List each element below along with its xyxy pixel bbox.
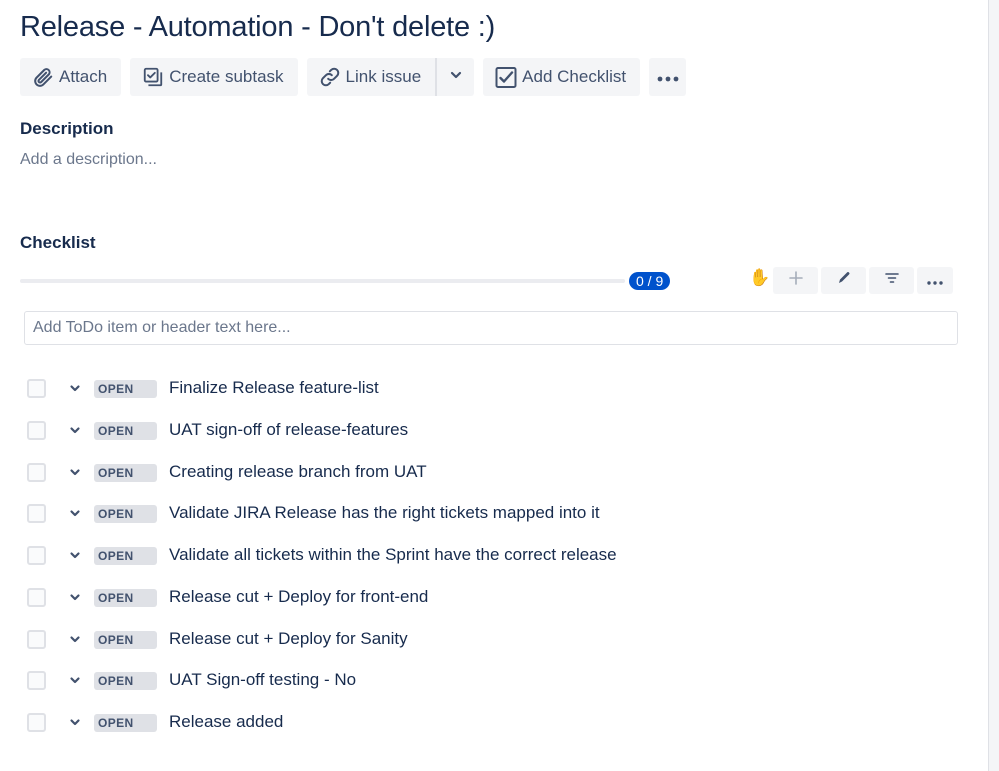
- checklist-item: OPEN Finalize Release feature-list: [0, 367, 980, 409]
- checklist-actions: [773, 267, 953, 294]
- add-checklist-label: Add Checklist: [522, 67, 627, 86]
- checklist-icon: [494, 65, 518, 89]
- chevron-down-icon[interactable]: [67, 505, 83, 521]
- checklist-progress-bar: [20, 279, 625, 283]
- item-text[interactable]: Release added: [169, 712, 283, 732]
- item-text[interactable]: Finalize Release feature-list: [169, 378, 379, 398]
- add-item-button[interactable]: [773, 267, 818, 294]
- link-issue-label: Link issue: [345, 67, 422, 86]
- chevron-down-icon[interactable]: [67, 422, 83, 438]
- attach-label: Attach: [59, 67, 108, 86]
- item-text[interactable]: UAT Sign-off testing - No: [169, 670, 356, 690]
- create-subtask-button[interactable]: Create subtask: [130, 58, 298, 96]
- status-badge[interactable]: OPEN: [94, 380, 157, 398]
- description-heading: Description: [20, 119, 114, 138]
- checklist-item: OPEN Release added: [0, 701, 980, 743]
- status-badge[interactable]: OPEN: [94, 421, 157, 440]
- pencil-icon: [836, 270, 852, 291]
- description-field[interactable]: Add a description...: [20, 151, 157, 169]
- attach-button[interactable]: Attach: [20, 58, 122, 96]
- chevron-down-icon: [449, 67, 463, 87]
- chevron-down-icon[interactable]: [67, 672, 83, 688]
- chevron-down-icon[interactable]: [67, 631, 83, 647]
- checklist-more-button[interactable]: [917, 267, 953, 294]
- checklist-item: OPEN UAT Sign-off testing - No: [0, 659, 980, 701]
- paperclip-icon: [31, 65, 55, 89]
- create-subtask-label: Create subtask: [169, 67, 284, 86]
- item-text[interactable]: Creating release branch from UAT: [169, 462, 427, 482]
- status-badge[interactable]: OPEN: [94, 630, 157, 649]
- checklist-item: OPEN UAT sign-off of release-features: [0, 409, 980, 451]
- item-checkbox[interactable]: [27, 713, 46, 732]
- link-issue-dropdown-button[interactable]: [437, 58, 475, 96]
- item-text[interactable]: Validate JIRA Release has the right tick…: [169, 503, 600, 523]
- chevron-down-icon[interactable]: [67, 380, 83, 396]
- issue-title[interactable]: Release - Automation - Don't delete :): [20, 11, 495, 44]
- chevron-down-icon[interactable]: [67, 714, 83, 730]
- checklist-item: OPEN Validate JIRA Release has the right …: [0, 492, 980, 534]
- item-text[interactable]: Release cut + Deploy for Sanity: [169, 629, 408, 649]
- issue-toolbar: Attach Create subtask Link issue Add Che…: [20, 58, 687, 96]
- chevron-down-icon[interactable]: [67, 589, 83, 605]
- checklist-item: OPEN Release cut + Deploy for Sanity: [0, 618, 980, 660]
- status-badge[interactable]: OPEN: [94, 588, 157, 607]
- link-issue-split-button: Link issue: [306, 58, 475, 96]
- checklist-progress-count: 0 / 9: [629, 272, 671, 290]
- item-checkbox[interactable]: [27, 379, 46, 398]
- item-text[interactable]: UAT sign-off of release-features: [169, 420, 408, 440]
- item-checkbox[interactable]: [27, 504, 46, 524]
- status-badge[interactable]: OPEN: [94, 672, 157, 691]
- checklist-heading: Checklist: [20, 233, 96, 252]
- status-badge[interactable]: OPEN: [94, 547, 157, 565]
- subtask-icon: [141, 65, 165, 89]
- add-checklist-button[interactable]: Add Checklist: [483, 58, 641, 96]
- plus-icon: [788, 270, 804, 291]
- chevron-down-icon[interactable]: [67, 547, 83, 563]
- status-badge[interactable]: OPEN: [94, 505, 157, 524]
- item-checkbox[interactable]: [27, 629, 46, 649]
- status-badge[interactable]: OPEN: [94, 463, 157, 482]
- checklist-item: OPEN Release cut + Deploy for front-end: [0, 576, 980, 618]
- more-actions-button[interactable]: [649, 58, 687, 96]
- status-badge[interactable]: OPEN: [94, 714, 157, 732]
- item-checkbox[interactable]: [27, 462, 46, 482]
- item-text[interactable]: Release cut + Deploy for front-end: [169, 587, 428, 607]
- checklist-item: OPEN Validate all tickets within the Spri…: [0, 534, 980, 576]
- edit-checklist-button[interactable]: [821, 267, 866, 294]
- more-icon: [927, 272, 943, 290]
- checklist-item: OPEN Creating release branch from UAT: [0, 451, 980, 493]
- link-icon: [318, 65, 342, 89]
- chevron-down-icon[interactable]: [67, 464, 83, 480]
- item-checkbox[interactable]: [27, 420, 46, 440]
- hand-icon[interactable]: ✋: [749, 268, 770, 288]
- item-checkbox[interactable]: [27, 587, 46, 607]
- link-issue-button[interactable]: Link issue: [306, 58, 436, 96]
- item-checkbox[interactable]: [27, 671, 46, 691]
- checklist-items: OPEN Finalize Release feature-list OPEN UAT…: [0, 367, 980, 743]
- item-text[interactable]: Validate all tickets within the Sprint h…: [169, 545, 617, 565]
- scrollbar-track[interactable]: [988, 0, 999, 771]
- filter-button[interactable]: [869, 267, 914, 294]
- more-icon: [657, 67, 679, 87]
- filter-icon: [884, 270, 900, 291]
- add-todo-input[interactable]: [24, 311, 958, 345]
- item-checkbox[interactable]: [27, 546, 46, 565]
